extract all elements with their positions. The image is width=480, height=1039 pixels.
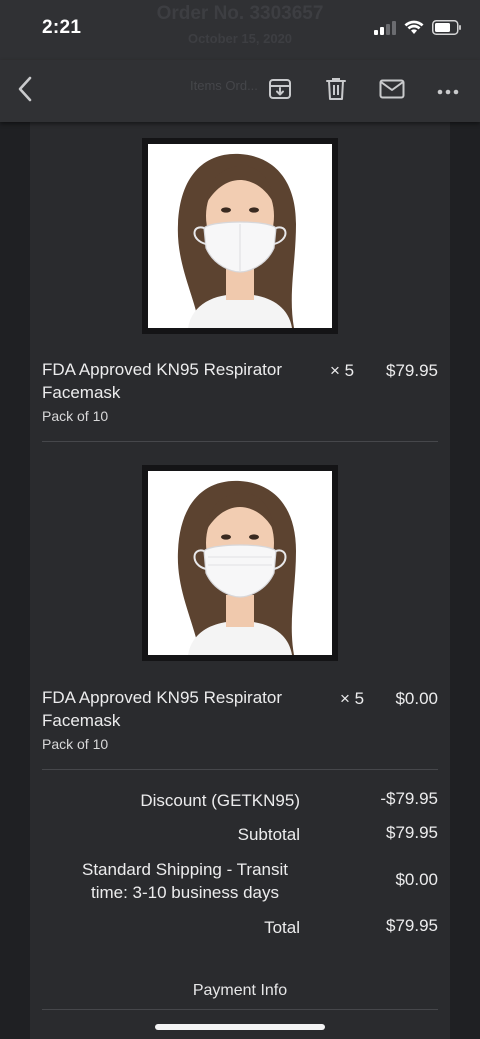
status-icons	[374, 20, 462, 40]
product-name[interactable]: FDA Approved KN95 Respirator Facemask	[42, 358, 312, 404]
discount-value: -$79.95	[380, 789, 438, 808]
shipping-label: Standard Shipping - Transit time: 3-10 b…	[81, 860, 288, 902]
archive-icon	[268, 77, 292, 106]
product-image[interactable]	[142, 138, 338, 334]
divider	[42, 769, 438, 770]
mail-icon	[379, 79, 405, 104]
email-body: FDA Approved KN95 Respirator Facemask × …	[30, 122, 450, 1039]
cellular-signal-icon	[374, 20, 396, 40]
total-label: Total	[264, 918, 300, 937]
archive-button[interactable]	[265, 76, 295, 106]
wifi-icon	[404, 20, 424, 40]
product-quantity: × 5	[340, 689, 365, 708]
shipping-value: $0.00	[395, 870, 438, 889]
trash-icon	[325, 77, 347, 106]
ghost-subtitle: Items Ord...	[190, 78, 258, 93]
order-email-screen: Order No. 3303657 October 15, 2020 2:21	[0, 0, 480, 1039]
total-value: $79.95	[386, 916, 438, 935]
home-indicator[interactable]	[155, 1024, 325, 1030]
divider	[42, 441, 438, 442]
divider	[42, 1009, 438, 1010]
product-photo	[148, 471, 332, 655]
product-name[interactable]: FDA Approved KN95 Respirator Facemask	[42, 686, 312, 732]
back-button[interactable]	[10, 76, 40, 106]
trash-button[interactable]	[321, 76, 351, 106]
product-price: $79.95	[386, 361, 438, 380]
product-photo	[148, 144, 332, 328]
product-variant: Pack of 10	[42, 736, 109, 752]
back-chevron-icon	[17, 76, 33, 107]
subtotal-value: $79.95	[386, 823, 438, 842]
email-toolbar: Items Ord...	[0, 60, 480, 122]
subtotal-label: Subtotal	[237, 825, 300, 844]
discount-label: Discount (GETKN95)	[140, 791, 300, 810]
product-image[interactable]	[142, 465, 338, 661]
product-price: $0.00	[395, 689, 438, 708]
payment-info-heading: Payment Info	[192, 982, 288, 999]
more-icon	[437, 82, 459, 100]
status-time: 2:21	[42, 17, 82, 38]
more-button[interactable]	[433, 76, 463, 106]
status-bar: Order No. 3303657 October 15, 2020 2:21	[0, 0, 480, 60]
mail-button[interactable]	[377, 76, 407, 106]
battery-icon	[432, 20, 462, 40]
product-quantity: × 5	[330, 361, 355, 380]
product-variant: Pack of 10	[42, 408, 109, 424]
